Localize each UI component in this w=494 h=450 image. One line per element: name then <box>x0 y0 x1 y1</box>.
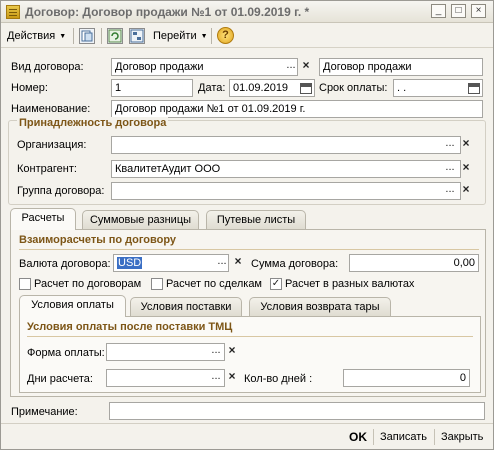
currency-label: Валюта договора: <box>19 258 111 270</box>
organization-input[interactable] <box>111 136 461 154</box>
section-divider <box>19 249 479 250</box>
sum-label: Сумма договора: <box>251 258 339 270</box>
chk-by-deals[interactable] <box>151 278 163 290</box>
clear-icon[interactable]: × <box>298 58 314 76</box>
subtab-delivery-terms[interactable]: Условия поставки <box>130 297 242 317</box>
clear-icon[interactable]: × <box>458 136 474 154</box>
subtab-return-terms[interactable]: Условия возврата тары <box>249 297 391 317</box>
chevron-down-icon: ▼ <box>59 33 67 40</box>
chk-multi-currency-label: Расчет в разных валютах <box>285 278 415 290</box>
settlement-days-label: Дни расчета: <box>27 373 93 385</box>
number-label: Номер: <box>11 82 48 94</box>
calendar-icon[interactable] <box>468 83 480 94</box>
contract-type-input[interactable]: Договор продажи <box>111 58 298 76</box>
contract-group-label: Группа договора: <box>17 185 105 197</box>
term-label: Срок оплаты: <box>319 82 388 94</box>
sum-input[interactable]: 0,00 <box>349 254 479 272</box>
close-button[interactable]: Закрыть <box>441 428 483 446</box>
number-input[interactable]: 1 <box>111 79 193 97</box>
counterparty-label: Контрагент: <box>17 163 77 175</box>
calendar-icon[interactable] <box>300 83 312 94</box>
window-title: Договор: Договор продажи №1 от 01.09.201… <box>25 5 310 19</box>
chk-multi-currency[interactable]: ✓ <box>270 278 282 290</box>
toolbar-separator <box>211 28 212 44</box>
select-button[interactable]: ... <box>442 136 458 154</box>
payment-terms-title: Условия оплаты после поставки ТМЦ <box>27 321 233 333</box>
select-button[interactable]: ... <box>442 182 458 200</box>
select-button[interactable]: ... <box>442 160 458 178</box>
tab-sum-differences[interactable]: Суммовые разницы <box>82 210 199 230</box>
settlements-title: Взаиморасчеты по договору <box>19 234 177 246</box>
help-icon[interactable]: ? <box>217 27 234 44</box>
subtab-payment-terms[interactable]: Условия оплаты <box>19 295 126 317</box>
minimize-button[interactable]: _ <box>431 4 446 18</box>
name-input[interactable]: Договор продажи №1 от 01.09.2019 г. <box>111 100 483 118</box>
actions-label: Действия <box>7 30 56 42</box>
footer-separator <box>373 429 374 445</box>
tab-waybills[interactable]: Путевые листы <box>206 210 306 230</box>
counterparty-input[interactable]: КвалитетАудит ООО <box>111 160 461 178</box>
select-button[interactable]: ... <box>208 369 224 387</box>
contract-group-input[interactable] <box>111 182 461 200</box>
save-button[interactable]: Записать <box>380 428 427 446</box>
note-input[interactable] <box>109 402 485 420</box>
copy-to-clipboard-icon[interactable] <box>79 28 95 44</box>
goto-menu[interactable]: Перейти ▼ <box>153 27 208 45</box>
clear-icon[interactable]: × <box>458 182 474 200</box>
payment-form-label: Форма оплаты: <box>27 347 105 359</box>
chk-by-contracts[interactable] <box>19 278 31 290</box>
ok-button[interactable]: OK <box>349 428 367 446</box>
document-icon <box>6 5 20 19</box>
affiliation-title: Принадлежность договора <box>17 117 169 129</box>
select-button[interactable]: ... <box>208 343 224 361</box>
select-button[interactable]: ... <box>214 254 230 272</box>
toolbar-separator <box>73 28 74 44</box>
clear-icon[interactable]: × <box>224 343 240 361</box>
note-label: Примечание: <box>11 406 78 418</box>
footer-divider <box>1 423 493 424</box>
maximize-button[interactable]: □ <box>451 4 466 18</box>
toolbar: Действия ▼ Перейти ▼ ? <box>1 24 493 48</box>
date-label: Дата: <box>198 82 226 94</box>
chk-by-deals-label: Расчет по сделкам <box>166 278 262 290</box>
tab-settlements[interactable]: Расчеты <box>10 208 76 230</box>
footer-separator <box>434 429 435 445</box>
chk-by-contracts-label: Расчет по договорам <box>34 278 142 290</box>
dialog-window: Договор: Договор продажи №1 от 01.09.201… <box>0 0 494 450</box>
days-count-label: Кол-во дней : <box>244 373 313 385</box>
days-count-input[interactable]: 0 <box>343 369 470 387</box>
contract-type-text[interactable]: Договор продажи <box>319 58 483 76</box>
clear-icon[interactable]: × <box>224 369 240 387</box>
goto-label: Перейти <box>153 30 197 42</box>
clear-icon[interactable]: × <box>458 160 474 178</box>
refresh-icon[interactable] <box>107 28 123 44</box>
close-window-button[interactable]: × <box>471 4 486 18</box>
section-divider <box>27 336 473 337</box>
contract-type-label: Вид договора: <box>11 61 84 73</box>
name-label: Наименование: <box>11 103 91 115</box>
currency-value: USD <box>117 257 143 269</box>
title-bar[interactable]: Договор: Договор продажи №1 от 01.09.201… <box>1 1 493 23</box>
toolbar-separator <box>101 28 102 44</box>
organization-label: Организация: <box>17 139 87 151</box>
structure-icon[interactable] <box>129 28 145 44</box>
chevron-down-icon: ▼ <box>200 33 208 40</box>
actions-menu[interactable]: Действия ▼ <box>7 27 66 45</box>
select-button[interactable]: ... <box>283 58 299 76</box>
clear-icon[interactable]: × <box>230 254 246 272</box>
currency-input[interactable]: USD <box>113 254 229 272</box>
